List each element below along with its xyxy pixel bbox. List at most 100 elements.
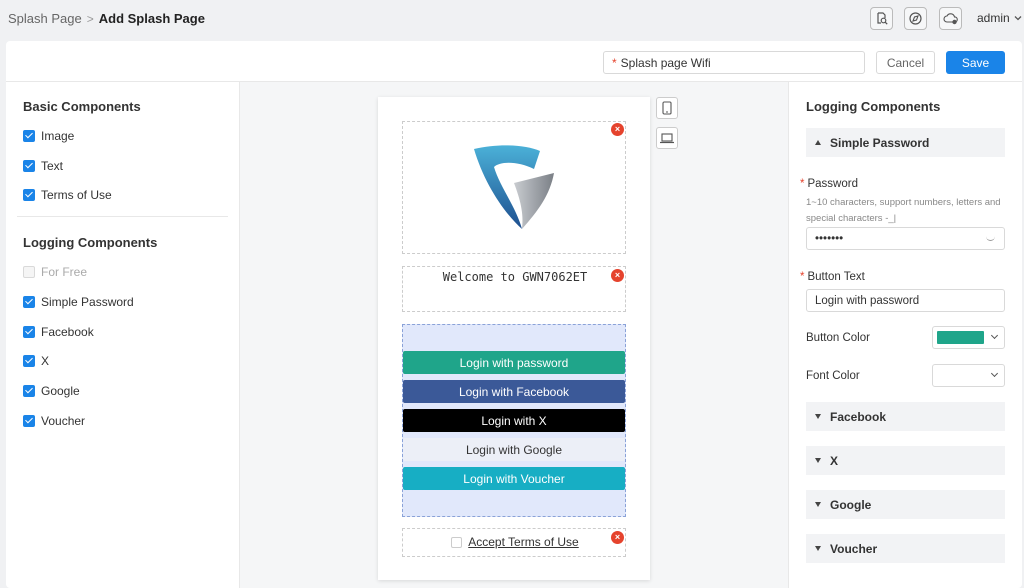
section-title: X xyxy=(830,453,839,468)
section-title: Voucher xyxy=(830,541,878,556)
password-value: ••••••• xyxy=(815,232,844,245)
login-google-button[interactable]: Login with Google xyxy=(403,438,625,461)
welcome-text: Welcome to GWN7062ET xyxy=(442,270,588,284)
section-title: Facebook xyxy=(830,409,887,424)
chevron-down-icon xyxy=(990,331,999,340)
caret-down-icon xyxy=(815,414,821,419)
eye-closed-icon[interactable] xyxy=(986,236,995,241)
properties-panel: Logging Components Simple Password * Pass… xyxy=(788,82,1022,588)
splash-name-input[interactable]: * Splash page Wifi xyxy=(603,51,865,74)
checkbox-label: Facebook xyxy=(41,325,94,339)
facebook-section-header[interactable]: Facebook xyxy=(806,402,1005,431)
breadcrumb-separator: > xyxy=(86,11,94,26)
delete-image-icon[interactable]: × xyxy=(611,123,624,136)
checkbox-simple-password[interactable]: Simple Password xyxy=(23,295,134,309)
checkbox-label: X xyxy=(41,354,50,368)
cancel-button[interactable]: Cancel xyxy=(876,51,935,74)
basic-components-title: Basic Components xyxy=(23,99,141,114)
components-panel: Basic Components Image Text Terms of Use… xyxy=(6,82,240,588)
terms-link[interactable]: Accept Terms of Use xyxy=(468,535,578,549)
checkbox-label: Terms of Use xyxy=(41,188,112,202)
button-color-picker[interactable] xyxy=(932,326,1005,349)
button-color-swatch xyxy=(937,331,984,344)
checkbox-x[interactable]: X xyxy=(23,354,49,368)
checkbox-checked-icon xyxy=(23,385,35,397)
checkbox-image[interactable]: Image xyxy=(23,129,74,143)
checkbox-unchecked-icon xyxy=(23,266,35,278)
button-text-field[interactable]: Login with password xyxy=(806,289,1005,312)
chevron-down-icon xyxy=(1014,16,1022,21)
simple-password-section-header[interactable]: Simple Password xyxy=(806,128,1005,157)
voucher-section-header[interactable]: Voucher xyxy=(806,534,1005,563)
checkbox-label: For Free xyxy=(41,265,88,279)
splash-name-value: Splash page Wifi xyxy=(620,55,711,70)
checkbox-google[interactable]: Google xyxy=(23,384,80,398)
user-name: admin xyxy=(977,11,1010,25)
action-bar: * Splash page Wifi Cancel Save xyxy=(6,41,1022,82)
checkbox-label: Google xyxy=(41,384,80,398)
breadcrumb-parent[interactable]: Splash Page xyxy=(8,11,82,26)
font-color-label: Font Color xyxy=(806,370,860,382)
google-section-header[interactable]: Google xyxy=(806,490,1005,519)
checkbox-facebook[interactable]: Facebook xyxy=(23,325,94,339)
password-label: * Password xyxy=(800,178,858,190)
chevron-down-icon xyxy=(990,369,999,378)
checkbox-label: Text xyxy=(41,159,64,173)
checkbox-checked-icon xyxy=(23,160,35,172)
checkbox-for-free: For Free xyxy=(23,265,87,279)
terms-checkbox[interactable] xyxy=(451,536,463,548)
button-text-label: * Button Text xyxy=(800,271,865,283)
password-hint: 1~10 characters, support numbers, letter… xyxy=(806,197,1001,224)
compass-icon[interactable] xyxy=(904,7,927,30)
properties-title: Logging Components xyxy=(806,99,941,114)
login-component[interactable]: Login with password Login with Facebook … xyxy=(402,324,626,517)
phone-icon[interactable] xyxy=(656,97,678,119)
editor-card: * Splash page Wifi Cancel Save Basic Com… xyxy=(6,41,1022,588)
caret-down-icon xyxy=(815,546,821,551)
user-menu[interactable]: admin xyxy=(977,11,1022,25)
text-component[interactable]: Welcome to GWN7062ET × xyxy=(402,266,626,312)
button-text-value: Login with password xyxy=(815,294,920,307)
font-color-swatch xyxy=(937,369,984,382)
save-button[interactable]: Save xyxy=(946,51,1005,74)
checkbox-checked-icon xyxy=(23,189,35,201)
required-mark: * xyxy=(612,55,617,70)
breadcrumb: Splash Page > Add Splash Page xyxy=(8,11,205,26)
checkbox-voucher[interactable]: Voucher xyxy=(23,414,85,428)
checkbox-checked-icon xyxy=(23,130,35,142)
login-password-button[interactable]: Login with password xyxy=(403,351,625,374)
caret-down-icon xyxy=(815,502,821,507)
image-component[interactable]: × xyxy=(402,121,626,254)
delete-terms-icon[interactable]: × xyxy=(611,531,624,544)
delete-text-icon[interactable]: × xyxy=(611,269,624,282)
login-voucher-button[interactable]: Login with Voucher xyxy=(403,467,625,490)
checkbox-checked-icon xyxy=(23,296,35,308)
terms-row: Accept Terms of Use xyxy=(403,535,627,549)
login-x-button[interactable]: Login with X xyxy=(403,409,625,432)
checkbox-checked-icon xyxy=(23,326,35,338)
checkbox-label: Image xyxy=(41,129,75,143)
checkbox-terms-of-use[interactable]: Terms of Use xyxy=(23,188,112,202)
checkbox-text[interactable]: Text xyxy=(23,159,63,173)
laptop-icon[interactable] xyxy=(656,127,678,149)
checkbox-checked-icon xyxy=(23,415,35,427)
caret-down-icon xyxy=(815,458,821,463)
logo xyxy=(474,145,554,229)
checkbox-checked-icon xyxy=(23,355,35,367)
page-title: Add Splash Page xyxy=(98,11,205,26)
font-color-picker[interactable] xyxy=(932,364,1005,387)
search-doc-icon[interactable] xyxy=(870,7,893,30)
divider xyxy=(17,216,228,217)
password-field[interactable]: ••••••• xyxy=(806,227,1005,250)
caret-up-icon xyxy=(815,140,821,145)
logging-components-title: Logging Components xyxy=(23,235,158,250)
section-title: Simple Password xyxy=(830,135,930,150)
checkbox-label: Simple Password xyxy=(41,295,134,309)
terms-component[interactable]: Accept Terms of Use × xyxy=(402,528,626,557)
button-color-label: Button Color xyxy=(806,332,870,344)
section-title: Google xyxy=(830,497,872,512)
login-facebook-button[interactable]: Login with Facebook xyxy=(403,380,625,403)
x-section-header[interactable]: X xyxy=(806,446,1005,475)
top-bar: Splash Page > Add Splash Page admin xyxy=(0,0,1024,38)
cloud-settings-icon[interactable] xyxy=(939,7,962,30)
